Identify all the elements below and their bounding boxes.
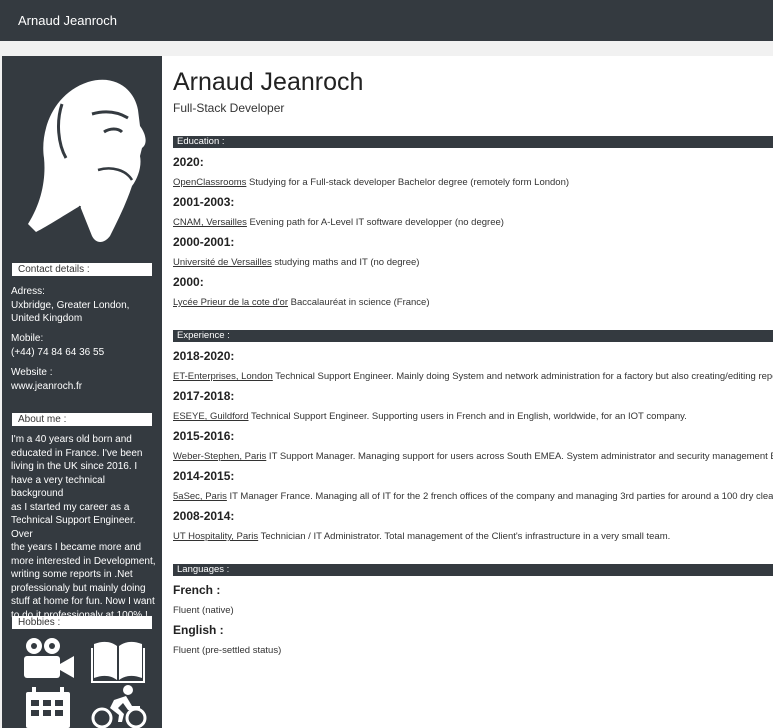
calendar-icon	[26, 687, 70, 728]
address-line-1: Uxbridge, Greater London,	[11, 299, 130, 311]
experience-year: 2014-2015:	[173, 469, 235, 483]
language-name: English :	[173, 623, 224, 637]
experience-org-link[interactable]: UT Hospitality, Paris	[173, 531, 258, 542]
language-level: Fluent (native)	[173, 605, 234, 616]
experience-entry: 5aSec, Paris IT Manager France. Managing…	[173, 491, 773, 502]
education-entry: CNAM, Versailles Evening path for A-Leve…	[173, 217, 504, 228]
education-year: 2000-2001:	[173, 235, 235, 249]
navbar: Arnaud Jeanroch	[0, 0, 773, 41]
experience-org-link[interactable]: Weber-Stephen, Paris	[173, 451, 266, 462]
education-year: 2020:	[173, 155, 204, 169]
education-org-link[interactable]: OpenClassrooms	[173, 177, 246, 188]
experience-org-link[interactable]: ET-Enterprises, London	[173, 371, 273, 382]
contact-website: Website : www.jeanroch.fr	[11, 366, 156, 393]
education-org-link[interactable]: Université de Versailles	[173, 257, 272, 268]
education-year: 2001-2003:	[173, 195, 235, 209]
mobile-number: (+44) 74 84 64 36 55	[11, 346, 105, 358]
address-label: Adress:	[11, 286, 45, 297]
experience-org-link[interactable]: 5aSec, Paris	[173, 491, 227, 502]
education-entry: Université de Versailles studying maths …	[173, 257, 419, 268]
education-description: studying maths and IT (no degree)	[271, 257, 420, 268]
experience-year: 2018-2020:	[173, 349, 235, 363]
website-label: Website :	[11, 367, 53, 378]
about-line: I'm a 40 years old born and	[11, 434, 132, 445]
about-line: writing some reports in .Net	[11, 569, 133, 580]
about-line: living in the UK since 2016. I	[11, 461, 138, 472]
address-line-2: United Kingdom	[11, 313, 83, 324]
languages-heading: Languages :	[173, 564, 773, 576]
mobile-label: Mobile:	[11, 333, 44, 344]
contact-address: Adress: Uxbridge, Greater London, United…	[11, 285, 156, 326]
experience-description: Technical Support Engineer. Supporting u…	[248, 411, 687, 422]
about-line: have a very technical background	[11, 474, 105, 500]
page-title: Arnaud Jeanroch	[173, 68, 364, 96]
page-subtitle: Full-Stack Developer	[173, 101, 285, 115]
education-entry: OpenClassrooms Studying for a Full-stack…	[173, 177, 569, 188]
about-line: Technical Support Engineer. Over	[11, 515, 136, 540]
video-camera-icon	[24, 638, 74, 678]
experience-description: IT Support Manager. Managing support for…	[266, 451, 773, 462]
education-heading: Education :	[173, 136, 773, 148]
hobbies-heading: Hobbies :	[12, 616, 152, 629]
experience-entry: ET-Enterprises, London Technical Support…	[173, 371, 773, 382]
experience-heading: Experience :	[173, 330, 773, 342]
education-description: Baccalauréat in science (France)	[288, 297, 430, 308]
about-line: as I started my career as a	[11, 501, 130, 513]
education-description: Evening path for A-Level IT software dev…	[246, 217, 504, 228]
contact-mobile: Mobile: (+44) 74 84 64 36 55	[11, 332, 156, 359]
language-name: French :	[173, 583, 221, 597]
website-link[interactable]: www.jeanroch.fr	[11, 380, 156, 394]
experience-year: 2017-2018:	[173, 389, 235, 403]
education-description: Studying for a Full-stack developer Bach…	[246, 177, 570, 188]
book-icon	[91, 641, 145, 683]
experience-year: 2008-2014:	[173, 509, 235, 523]
experience-org-link[interactable]: ESEYE, Guildford	[173, 411, 249, 422]
experience-entry: UT Hospitality, Paris Technician / IT Ad…	[173, 531, 670, 542]
about-line: more interested in Development,	[11, 555, 156, 567]
sidebar: Contact details : Adress: Uxbridge, Grea…	[2, 56, 162, 728]
main-content: Arnaud Jeanroch Full-Stack Developer Edu…	[162, 56, 773, 728]
about-me-heading: About me :	[12, 413, 152, 426]
contact-details-heading: Contact details :	[12, 263, 152, 276]
experience-entry: Weber-Stephen, Paris IT Support Manager.…	[173, 451, 773, 462]
experience-entry: ESEYE, Guildford Technical Support Engin…	[173, 411, 687, 422]
cyclist-icon	[91, 685, 147, 728]
about-line: professionaly but mainly doing	[11, 582, 146, 594]
about-line: the years I became more and	[11, 542, 142, 553]
experience-description: Technician / IT Administrator. Total man…	[258, 531, 671, 542]
experience-year: 2015-2016:	[173, 429, 235, 443]
experience-description: Technical Support Engineer. Mainly doing…	[272, 371, 773, 382]
about-line: educated in France. I've been	[11, 447, 143, 459]
avatar	[28, 79, 146, 245]
about-me-text: I'm a 40 years old born and educated in …	[11, 433, 156, 622]
education-org-link[interactable]: CNAM, Versailles	[173, 217, 247, 228]
education-year: 2000:	[173, 275, 204, 289]
experience-description: IT Manager France. Managing all of IT fo…	[226, 491, 773, 502]
navbar-brand-link[interactable]: Arnaud Jeanroch	[18, 13, 117, 28]
language-level: Fluent (pre-settled status)	[173, 645, 282, 656]
about-line: stuff at home for fun. Now I want	[11, 596, 155, 607]
education-org-link[interactable]: Lycée Prieur de la cote d'or	[173, 297, 288, 308]
education-entry: Lycée Prieur de la cote d'or Baccalauréa…	[173, 297, 430, 308]
